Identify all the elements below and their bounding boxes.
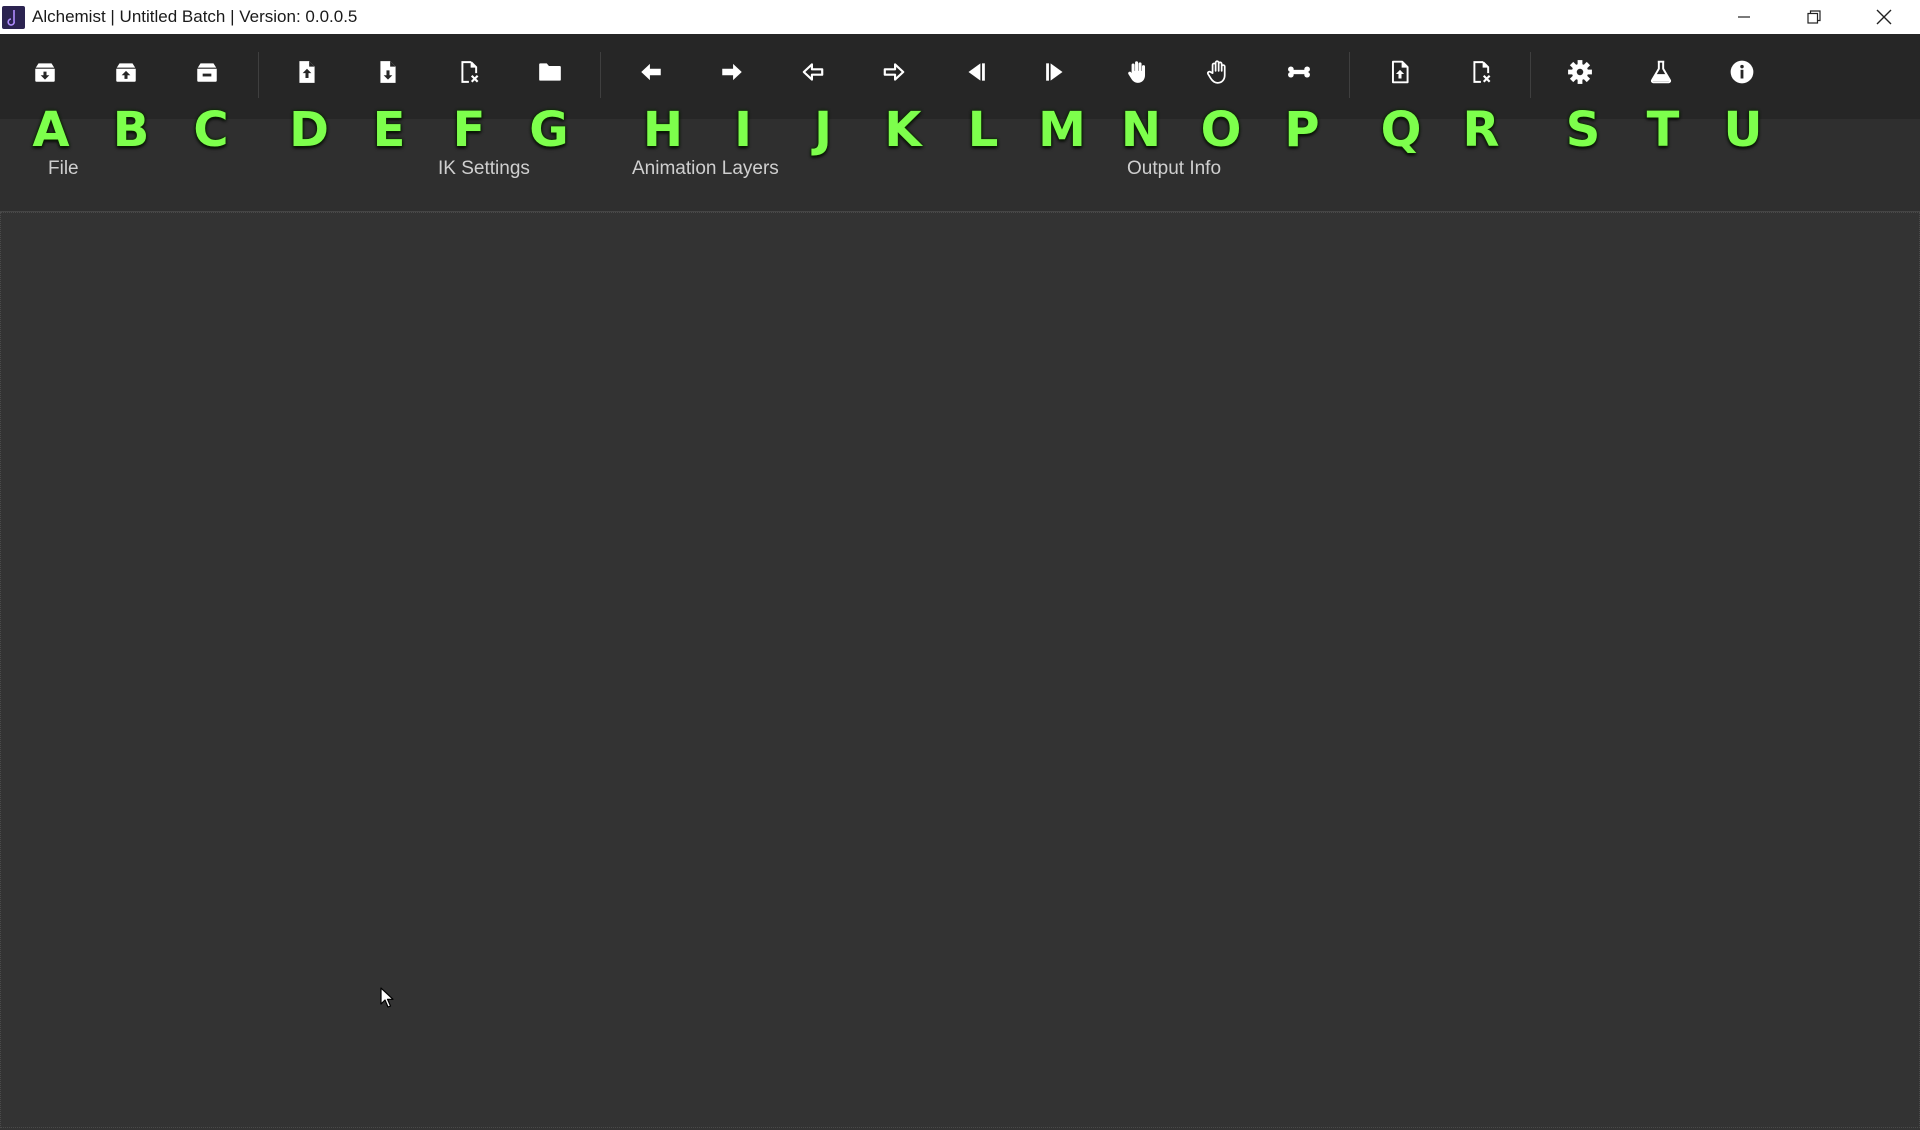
group-label-output-info: Output Info — [1127, 158, 1222, 179]
hint-label: B — [112, 102, 150, 158]
hint-label: L — [967, 102, 999, 158]
folder-icon — [539, 63, 561, 81]
archive-remove-icon — [197, 63, 217, 82]
hand-outline-icon — [1207, 60, 1226, 84]
open-folder-button[interactable] — [528, 50, 572, 94]
info-icon — [1730, 60, 1754, 84]
close-button[interactable] — [1849, 0, 1919, 34]
hint-label: U — [1723, 102, 1763, 158]
bone-icon — [1288, 66, 1310, 78]
file-export-icon — [1391, 60, 1409, 84]
minimize-button[interactable] — [1709, 0, 1779, 34]
arrow-right-button[interactable] — [710, 50, 754, 94]
hint-label: R — [1462, 102, 1500, 158]
restore-icon — [1807, 10, 1821, 24]
group-label-ik-settings: IK Settings — [438, 158, 530, 179]
step-backward-button[interactable] — [953, 50, 997, 94]
hint-label: E — [372, 102, 406, 158]
file-delete-icon — [1473, 61, 1491, 83]
mouse-cursor-icon — [380, 987, 394, 1008]
hint-label: H — [642, 102, 684, 158]
archive-remove-button[interactable] — [185, 50, 229, 94]
hint-label: G — [529, 102, 569, 158]
archive-download-button[interactable] — [23, 50, 67, 94]
arrow-left-icon — [641, 63, 661, 81]
arrow-left-outline-button[interactable] — [791, 50, 835, 94]
arrow-left-outline-icon — [802, 63, 824, 81]
hint-label: C — [193, 102, 229, 158]
info-button[interactable] — [1720, 50, 1764, 94]
hint-label: I — [734, 102, 752, 158]
main-workspace[interactable] — [0, 212, 1920, 1128]
file-export-button[interactable] — [1378, 50, 1422, 94]
group-label-animation-layers: Animation Layers — [632, 158, 779, 179]
hint-label: O — [1200, 102, 1242, 158]
close-icon — [1876, 9, 1892, 25]
hint-label: S — [1565, 102, 1601, 158]
hand-outline-button[interactable] — [1196, 50, 1240, 94]
file-download-icon — [380, 61, 396, 83]
toolbar-separator — [600, 52, 601, 98]
hint-label: A — [32, 102, 70, 158]
settings-button[interactable] — [1558, 50, 1602, 94]
toolbar-separator — [258, 52, 259, 98]
hint-label: D — [289, 102, 329, 158]
archive-upload-button[interactable] — [104, 50, 148, 94]
file-download-button[interactable] — [366, 50, 410, 94]
app-logo-icon — [2, 6, 25, 29]
minimize-icon — [1738, 16, 1750, 18]
step-forward-button[interactable] — [1034, 50, 1078, 94]
hint-label: F — [452, 102, 486, 158]
hint-label: N — [1120, 102, 1162, 158]
gear-icon — [1568, 60, 1592, 84]
hint-label: P — [1284, 102, 1320, 158]
step-backward-icon — [968, 63, 985, 81]
step-forward-icon — [1046, 63, 1063, 81]
hint-label: K — [884, 102, 922, 158]
flask-icon — [1650, 60, 1672, 84]
arrow-right-outline-icon — [883, 63, 905, 81]
hint-label: M — [1038, 102, 1086, 158]
file-upload-button[interactable] — [285, 50, 329, 94]
toolbar-separator — [1530, 52, 1531, 98]
hint-label: J — [814, 102, 832, 158]
arrow-right-icon — [722, 63, 742, 81]
flask-button[interactable] — [1639, 50, 1683, 94]
restore-button[interactable] — [1779, 0, 1849, 34]
hint-label: T — [1646, 102, 1680, 158]
file-delete-button[interactable] — [1459, 50, 1503, 94]
hint-label: Q — [1380, 102, 1422, 158]
toolbar-separator — [1349, 52, 1350, 98]
file-remove-button[interactable] — [447, 50, 491, 94]
file-upload-icon — [299, 61, 315, 83]
hand-filled-icon — [1128, 61, 1146, 83]
window-title: Alchemist | Untitled Batch | Version: 0.… — [32, 7, 358, 26]
bone-button[interactable] — [1277, 50, 1321, 94]
group-label-file: File — [48, 158, 79, 179]
hand-filled-button[interactable] — [1115, 50, 1159, 94]
title-bar: Alchemist | Untitled Batch | Version: 0.… — [0, 0, 1920, 34]
arrow-left-button[interactable] — [629, 50, 673, 94]
arrow-right-outline-button[interactable] — [872, 50, 916, 94]
file-remove-icon — [461, 61, 479, 83]
archive-download-icon — [35, 63, 55, 82]
archive-upload-icon — [116, 63, 136, 82]
